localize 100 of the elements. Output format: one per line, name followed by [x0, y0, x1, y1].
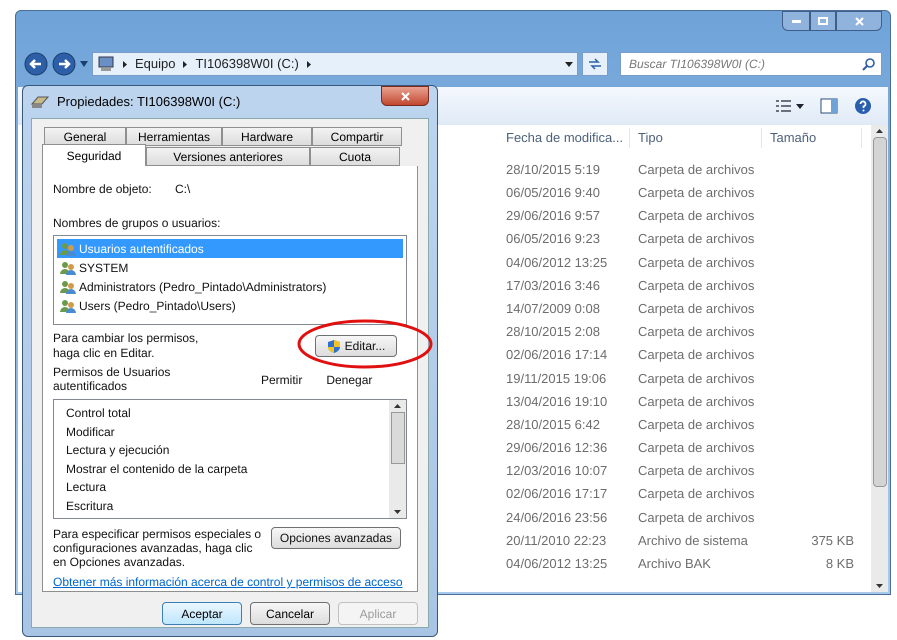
users-icon	[59, 242, 77, 256]
type-cell-text: Carpeta de archivos	[637, 276, 756, 295]
date-cell-text: 02/06/2016 17:17	[505, 485, 608, 504]
view-options-icon[interactable]	[776, 100, 804, 112]
size-cell-text: 375 KB	[810, 532, 855, 550]
breadcrumb-item[interactable]: Equipo	[135, 54, 176, 74]
type-cell-text: Carpeta de archivos	[637, 230, 756, 248]
group-name: SYSTEM	[79, 260, 128, 276]
permissions-label: Permisos de Usuarios autentificados	[53, 365, 172, 393]
scrollbar[interactable]	[389, 400, 406, 518]
permission-name: Modificar	[66, 424, 116, 440]
scroll-thumb[interactable]	[872, 137, 886, 487]
date-cell-text: 04/06/2012 13:25	[505, 254, 608, 272]
help-link[interactable]: Obtener más información acerca de control y permisos de acceso	[53, 573, 407, 591]
minimize-icon	[792, 20, 800, 22]
permission-name: Lectura y ejecución	[66, 442, 170, 459]
permission-name: Control total	[66, 405, 132, 422]
permission-name: Lectura	[66, 479, 108, 496]
preview-pane-icon[interactable]	[820, 98, 838, 114]
date-cell-text: 14/07/2009 0:08	[505, 300, 601, 318]
tab[interactable]: Hardware	[222, 127, 312, 146]
permission-name: Escritura	[66, 498, 114, 514]
date-cell-text: 28/10/2015 2:08	[505, 323, 601, 342]
date-cell-text: 28/10/2015 5:19	[505, 160, 601, 179]
scroll-up-icon[interactable]	[394, 404, 401, 408]
group-name: Usuarios autentificados	[79, 240, 204, 258]
type-cell-text: Carpeta de archivos	[637, 416, 756, 434]
column-header[interactable]: Tipo	[630, 128, 762, 148]
date-cell-text: 13/04/2016 19:10	[505, 392, 608, 411]
date-cell-text: 24/06/2016 23:56	[505, 508, 608, 527]
shield-icon	[326, 338, 341, 354]
scroll-down-icon[interactable]	[394, 510, 401, 514]
help-icon[interactable]	[854, 97, 872, 115]
column-header[interactable]: Tamaño	[762, 128, 862, 148]
column-header[interactable]: Fecha de modifica...	[498, 128, 630, 148]
type-cell-text: Carpeta de archivos	[637, 370, 756, 388]
groups-label: Nombres de grupos o usuarios:	[53, 215, 222, 232]
type-cell-text: Carpeta de archivos	[637, 462, 756, 480]
address-bar[interactable]: Equipo TI106398W0I (C:)	[92, 52, 578, 76]
breadcrumb-item[interactable]: TI106398W0I (C:)	[195, 54, 299, 74]
maximize-button[interactable]	[810, 11, 836, 31]
forward-icon[interactable]	[52, 52, 76, 76]
date-cell-text: 29/06/2016 12:36	[505, 439, 608, 458]
permission-name: Mostrar el contenido de la carpeta	[66, 460, 248, 478]
minimize-button[interactable]	[782, 11, 810, 31]
scroll-down-icon[interactable]	[876, 584, 883, 588]
date-cell-text: 06/05/2016 9:23	[505, 230, 601, 248]
dialog-button[interactable]: Aceptar	[162, 602, 242, 625]
search-field[interactable]: Buscar TI106398W0I (C:)	[620, 52, 882, 76]
tab[interactable]: Versiones anteriores	[146, 147, 310, 166]
object-name-label: Nombre de objeto:	[53, 181, 153, 198]
date-cell-text: 04/06/2012 13:25	[505, 555, 608, 574]
type-cell-text: Carpeta de archivos	[637, 485, 756, 504]
scrollbar[interactable]	[871, 125, 888, 592]
refresh-button[interactable]	[582, 52, 608, 76]
tab[interactable]: Cuota	[310, 147, 400, 166]
dropdown-icon[interactable]	[565, 62, 573, 66]
chevron-icon[interactable]	[306, 60, 311, 68]
dialog-title: Propiedades: TI106398W0I (C:)	[57, 93, 240, 112]
type-cell-text: Carpeta de archivos	[637, 346, 756, 364]
type-cell-text: Carpeta de archivos	[637, 160, 756, 179]
date-cell-text: 02/06/2016 17:14	[505, 346, 608, 364]
tab[interactable]: Compartir	[312, 127, 402, 146]
allow-header: Permitir	[261, 372, 302, 389]
edit-button[interactable]: Editar...	[315, 335, 397, 357]
chevron-icon[interactable]	[183, 60, 188, 68]
edit-hint: Para cambiar los permisos, haga clic en Editar.	[53, 331, 200, 361]
type-cell-text: Archivo de sistema	[637, 532, 749, 550]
date-cell-text: 17/03/2016 3:46	[505, 276, 601, 295]
type-cell-text: Carpeta de archivos	[637, 508, 756, 527]
refresh-icon	[588, 58, 602, 70]
list-item[interactable]: Administrators (Pedro_Pintado\Administrators)	[57, 277, 403, 296]
date-cell-text: 19/11/2015 19:06	[505, 370, 608, 388]
scroll-up-icon[interactable]	[876, 129, 883, 133]
users-icon	[59, 280, 77, 294]
tab[interactable]: Herramientas	[126, 127, 222, 146]
back-icon[interactable]	[24, 52, 48, 76]
tab[interactable]: Seguridad	[42, 144, 146, 166]
date-cell-text: 12/03/2016 10:07	[505, 462, 608, 480]
group-name: Users (Pedro_Pintado\Users)	[79, 298, 236, 314]
list-item[interactable]: SYSTEM	[57, 258, 403, 277]
type-cell-text: Carpeta de archivos	[637, 184, 756, 202]
close-icon	[854, 16, 864, 26]
type-cell-text: Carpeta de archivos	[637, 207, 756, 226]
scroll-thumb[interactable]	[390, 412, 404, 464]
type-cell-text: Carpeta de archivos	[637, 323, 756, 342]
type-cell-text: Carpeta de archivos	[637, 439, 756, 458]
close-button[interactable]	[836, 11, 882, 31]
close-button[interactable]	[381, 86, 429, 106]
dialog-button[interactable]: Cancelar	[250, 602, 330, 625]
chevron-icon[interactable]	[123, 60, 127, 68]
type-cell-text: Carpeta de archivos	[637, 392, 756, 411]
date-cell-text: 29/06/2016 9:57	[505, 207, 601, 226]
advanced-options-button[interactable]: Opciones avanzadas	[270, 527, 401, 549]
date-cell-text: 28/10/2015 6:42	[505, 416, 601, 434]
type-cell-text: Archivo BAK	[637, 555, 712, 574]
type-cell-text: Carpeta de archivos	[637, 300, 756, 318]
search-icon	[862, 57, 876, 71]
maximize-icon	[818, 17, 828, 25]
list-item[interactable]: Users (Pedro_Pintado\Users)	[57, 296, 403, 315]
